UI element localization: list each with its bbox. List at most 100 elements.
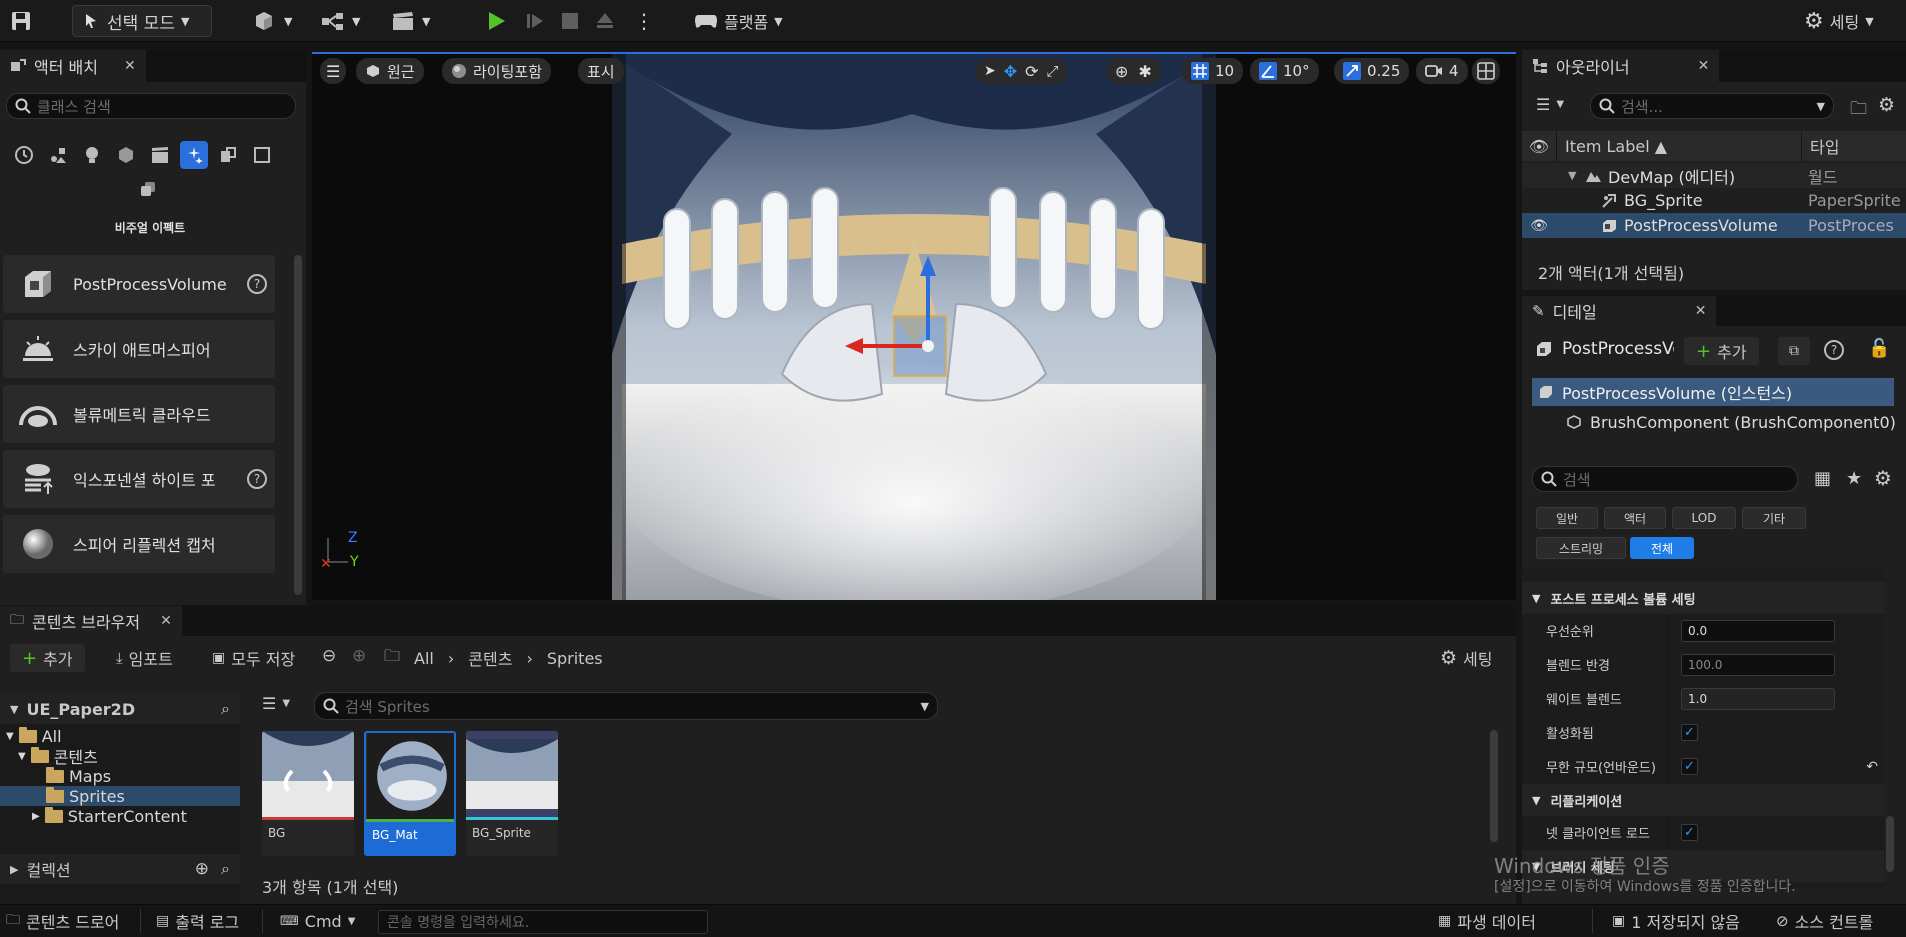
world-space-icon[interactable]: ⊕: [1115, 62, 1128, 81]
filter-button[interactable]: ☰ ▼: [1536, 95, 1564, 114]
column-item-label[interactable]: Item Label ▲: [1557, 137, 1801, 156]
filter-actor[interactable]: 액터: [1604, 507, 1666, 529]
rotate-tool-icon[interactable]: ⟳: [1025, 62, 1038, 81]
cinematic-category-icon[interactable]: [146, 141, 174, 169]
visibility-icon[interactable]: 👁: [1522, 218, 1556, 234]
table-view-icon[interactable]: ▦: [1814, 468, 1831, 489]
component-row-brush[interactable]: BrushComponent (BrushComponent0): [1566, 409, 1896, 435]
cinematics-button[interactable]: ▼: [390, 5, 430, 37]
breadcrumb-content[interactable]: 콘텐츠: [468, 646, 512, 670]
asset-filter-button[interactable]: ☰ ▼: [262, 694, 290, 713]
blueprint-button[interactable]: ▼: [320, 5, 360, 37]
column-type[interactable]: 타입: [1802, 134, 1839, 158]
tab-details[interactable]: ✎ 디테일 ✕: [1522, 296, 1717, 326]
tab-place-actors[interactable]: 액터 배치 ✕: [0, 50, 146, 82]
net-load-checkbox[interactable]: ✓: [1681, 824, 1698, 841]
select-tool-icon[interactable]: ➤: [984, 63, 996, 79]
save-icon[interactable]: [10, 5, 32, 37]
forward-icon[interactable]: ⊕: [352, 646, 366, 666]
add-actor-button[interactable]: ▼: [252, 5, 292, 37]
step-button[interactable]: [524, 5, 546, 37]
asset-bg-sprite[interactable]: BG_Sprite: [466, 731, 558, 856]
all-classes-category-icon[interactable]: [248, 141, 276, 169]
search-icon[interactable]: ⌕: [221, 699, 230, 719]
breadcrumb-all[interactable]: All: [414, 649, 434, 668]
viewport-layout-button[interactable]: [1472, 58, 1500, 84]
outliner-search-input[interactable]: 검색... ▼: [1590, 93, 1834, 119]
save-all-button[interactable]: ▣ 모두 저장: [212, 644, 295, 672]
mode-select-button[interactable]: 선택 모드 ▼: [72, 5, 212, 37]
priority-input[interactable]: 0.0: [1681, 619, 1835, 642]
folder-maps[interactable]: Maps: [0, 766, 240, 786]
class-search-input[interactable]: 클래스 검색: [6, 93, 296, 119]
volumes-category-icon[interactable]: [214, 141, 242, 169]
star-icon[interactable]: ★: [1846, 468, 1862, 489]
scale-tool-icon[interactable]: ⤢: [1047, 62, 1059, 80]
lighting-mode-button[interactable]: 라이팅포함: [442, 58, 552, 84]
console-input[interactable]: 콘솔 명령을 입력하세요.: [378, 910, 708, 934]
actor-item-volumetric-cloud[interactable]: 볼류메트릭 클라우드: [3, 385, 275, 443]
scrollbar[interactable]: [294, 255, 302, 595]
reset-icon[interactable]: ↶: [1866, 759, 1878, 775]
section-replication[interactable]: ▼ 리플리케이션: [1522, 784, 1884, 816]
shapes-category-icon[interactable]: [112, 141, 140, 169]
lights-category-icon[interactable]: [78, 141, 106, 169]
gear-icon[interactable]: ⚙: [1878, 94, 1895, 116]
settings-button[interactable]: ⚙ 세팅 ▼: [1804, 5, 1874, 37]
visual-effects-category-icon[interactable]: [180, 141, 208, 169]
actor-item-exponential-height-fog[interactable]: 익스포넨셜 하이트 포 ?: [3, 450, 275, 508]
actor-item-sphere-reflection-capture[interactable]: 스피어 리플렉션 캡처: [3, 515, 275, 573]
level-viewport[interactable]: ✕ Y Z ☰ 원근 라이팅포함 표시 ➤ ✥ ⟳ ⤢ ⊕ ✱ 10 10° 0…: [312, 52, 1516, 600]
recent-category-icon[interactable]: [10, 141, 38, 169]
breadcrumb-sprites[interactable]: Sprites: [547, 649, 603, 668]
play-button[interactable]: [484, 5, 508, 37]
asset-search-input[interactable]: 검색 Sprites ▼: [314, 692, 938, 720]
viewport-menu-button[interactable]: ☰: [320, 58, 347, 84]
folder-starter-content[interactable]: ▶ StarterContent: [0, 806, 240, 826]
enabled-checkbox[interactable]: ✓: [1681, 724, 1698, 741]
outliner-row-world[interactable]: ▼ DevMap (에디터) 월드: [1522, 163, 1906, 188]
camera-speed-button[interactable]: 4: [1416, 58, 1468, 84]
folder-icon[interactable]: 🗀: [384, 645, 400, 672]
content-settings-button[interactable]: ⚙ 세팅: [1440, 644, 1493, 672]
close-icon[interactable]: ✕: [1698, 58, 1710, 74]
platform-button[interactable]: 플랫폼 ▼: [694, 5, 783, 37]
play-options-button[interactable]: ⋮: [634, 5, 654, 37]
scale-snap-button[interactable]: 0.25: [1334, 58, 1410, 84]
extra-category-icon[interactable]: [134, 175, 162, 203]
filter-streaming[interactable]: 스트리밍: [1536, 537, 1626, 559]
output-log-button[interactable]: ▤ 출력 로그: [156, 910, 239, 932]
grid-snap-button[interactable]: 10: [1182, 58, 1244, 84]
unbound-checkbox[interactable]: ✓: [1681, 758, 1698, 775]
close-icon[interactable]: ✕: [1695, 303, 1707, 319]
help-icon[interactable]: ?: [1824, 340, 1844, 360]
blueprint-convert-button[interactable]: ⧉: [1778, 337, 1810, 365]
close-icon[interactable]: ✕: [160, 613, 172, 629]
derived-data-button[interactable]: ▦ 파생 데이터: [1438, 910, 1536, 932]
tab-outliner[interactable]: 아웃라이너 ✕: [1522, 50, 1720, 82]
help-icon[interactable]: ?: [247, 469, 267, 489]
outliner-row-bg-sprite[interactable]: BG_Sprite PaperSprite: [1522, 188, 1906, 213]
close-icon[interactable]: ✕: [124, 58, 136, 74]
import-button[interactable]: ⤓ 임포트: [116, 644, 173, 672]
project-header[interactable]: ▼ UE_Paper2D ⌕: [0, 694, 240, 724]
unsaved-button[interactable]: ▣ 1 저장되지 않음: [1612, 910, 1740, 932]
help-icon[interactable]: ?: [247, 274, 267, 294]
scrollbar[interactable]: [1886, 816, 1894, 872]
search-icon[interactable]: ⌕: [221, 859, 230, 879]
eject-button[interactable]: [594, 5, 616, 37]
section-postprocess-settings[interactable]: ▼ 포스트 프로세스 볼륨 세팅: [1522, 582, 1884, 614]
content-drawer-button[interactable]: 🗀 콘텐츠 드로어: [6, 910, 119, 932]
add-collection-icon[interactable]: ⊕: [195, 859, 209, 879]
folder-sprites[interactable]: Sprites: [0, 786, 240, 806]
cmd-select[interactable]: ⌨ Cmd ▼: [280, 910, 355, 932]
collections-header[interactable]: ▶ 컬렉션 ⊕ ⌕: [0, 854, 240, 884]
surface-snap-icon[interactable]: ✱: [1138, 62, 1151, 81]
blend-radius-input[interactable]: 100.0: [1681, 653, 1835, 676]
add-button[interactable]: + 추가: [10, 644, 85, 672]
back-icon[interactable]: ⊖: [322, 646, 336, 666]
outliner-row-postprocessvolume[interactable]: 👁 PostProcessVolume PostProces: [1522, 213, 1906, 238]
asset-bg-mat[interactable]: BG_Mat: [364, 731, 456, 856]
details-search-input[interactable]: 검색: [1532, 466, 1798, 492]
folder-content[interactable]: ▼ 콘텐츠: [0, 746, 240, 767]
